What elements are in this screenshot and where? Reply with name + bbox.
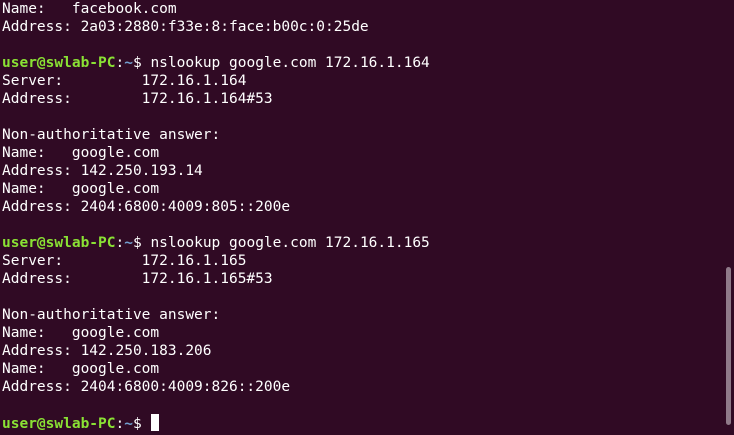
output-line: Name: facebook.com — [2, 1, 177, 17]
output-line: Address: 142.250.193.14 — [2, 163, 203, 179]
output-line: Name: google.com — [2, 145, 160, 161]
prompt-separator: : — [115, 55, 125, 71]
prompt-symbol: $ — [132, 235, 151, 251]
prompt-separator: : — [115, 235, 125, 251]
output-line: Non-authoritative answer: — [2, 127, 221, 143]
prompt-line: user@swlab-PC:~$ nslookup google.com 172… — [2, 234, 720, 252]
output-line: Name: google.com — [2, 325, 160, 341]
output-line: Non-authoritative answer: — [2, 307, 221, 323]
output-line: Address: 2a03:2880:f33e:8:face:b00c:0:25… — [2, 19, 369, 35]
output-line: Server: 172.16.1.165 — [2, 253, 247, 269]
output-line: Address: 142.250.183.206 — [2, 343, 212, 359]
prompt-path: ~ — [124, 235, 133, 251]
prompt-user: user@swlab-PC — [2, 235, 116, 251]
active-prompt-line[interactable]: user@swlab-PC:~$ — [2, 414, 720, 432]
prompt-path: ~ — [124, 416, 133, 432]
output-line: Address: 172.16.1.164#53 — [2, 91, 273, 107]
prompt-line: user@swlab-PC:~$ nslookup google.com 172… — [2, 54, 720, 72]
command-text: nslookup google.com 172.16.1.165 — [150, 235, 430, 251]
prompt-symbol: $ — [132, 416, 151, 432]
output-line: Name: google.com — [2, 181, 160, 197]
prompt-path: ~ — [124, 55, 133, 71]
output-line: Name: google.com — [2, 361, 160, 377]
vertical-scrollbar[interactable] — [726, 267, 731, 425]
terminal-window[interactable]: Name: facebook.com Address: 2a03:2880:f3… — [0, 0, 734, 435]
output-line: Address: 2404:6800:4009:805::200e — [2, 199, 291, 215]
prompt-user: user@swlab-PC — [2, 55, 116, 71]
prompt-user: user@swlab-PC — [2, 416, 116, 432]
prompt-separator: : — [115, 416, 125, 432]
output-line: Address: 172.16.1.165#53 — [2, 271, 273, 287]
command-text: nslookup google.com 172.16.1.164 — [150, 55, 430, 71]
text-cursor — [151, 414, 160, 431]
output-line: Server: 172.16.1.164 — [2, 73, 247, 89]
terminal-output: Name: facebook.com Address: 2a03:2880:f3… — [2, 0, 720, 432]
prompt-symbol: $ — [132, 55, 151, 71]
output-line: Address: 2404:6800:4009:826::200e — [2, 379, 291, 395]
